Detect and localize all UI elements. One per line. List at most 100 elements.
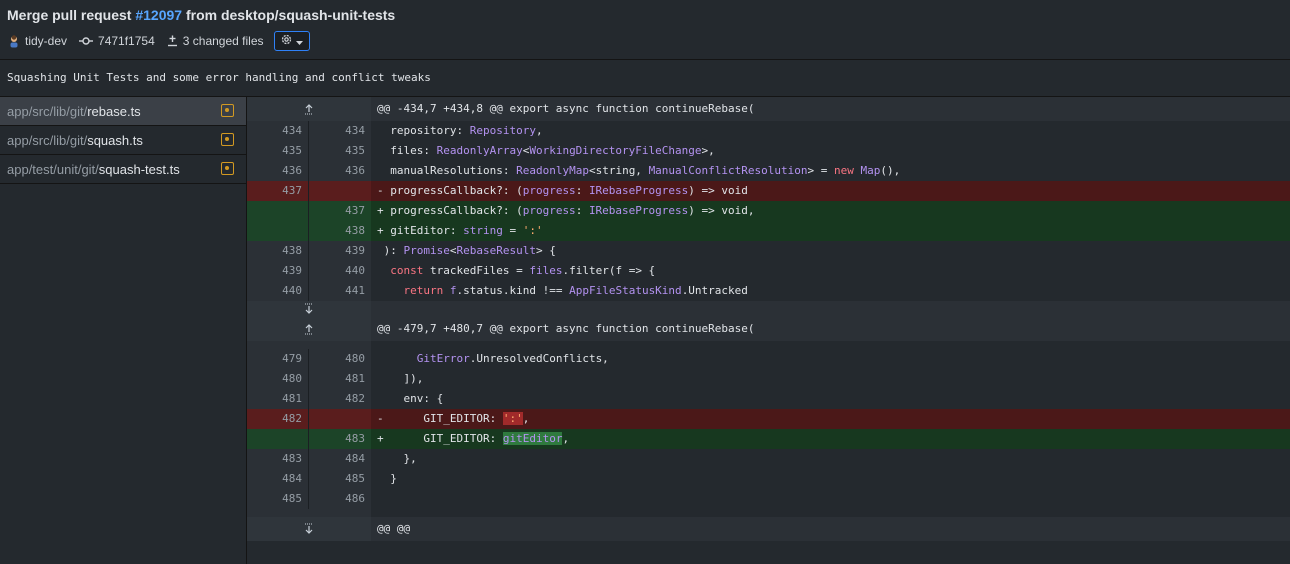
new-line-number: 441 [345, 284, 365, 297]
new-line-number: 437 [345, 204, 365, 217]
diff-line[interactable]: 481 482 env: { [247, 389, 1290, 409]
old-line-number: 435 [247, 141, 309, 161]
diff-line[interactable]: 479 480 GitError.UnresolvedConflicts, [247, 349, 1290, 369]
caret-down-icon [296, 34, 303, 48]
new-line-number: 480 [345, 352, 365, 365]
file-dir: app/src/lib/git/ [7, 133, 88, 148]
diff-line-code: } [377, 472, 397, 485]
old-line-number: 480 [247, 369, 309, 389]
diff-line-code: - progressCallback?: (progress: IRebaseP… [377, 184, 748, 197]
old-line-number [247, 201, 309, 221]
diff-line[interactable]: 439 440 const trackedFiles = files.filter… [247, 261, 1290, 281]
diff-line[interactable]: 480 481 ]), [247, 369, 1290, 389]
changed-files: 3 changed files [167, 34, 264, 48]
author-name: tidy-dev [25, 34, 68, 48]
hunk-header-text: @@ -479,7 +480,7 @@ export async functio… [377, 322, 755, 335]
diff-line-code: const trackedFiles = files.filter(f => { [390, 264, 656, 277]
old-line-number: 481 [247, 389, 309, 409]
commit-author[interactable]: tidy-dev [8, 34, 67, 48]
old-line-number: 484 [247, 469, 309, 489]
git-commit-icon [79, 36, 94, 46]
diff-line-code: }, [377, 452, 417, 465]
new-line-number: 482 [345, 392, 365, 405]
diff-line-code: + progressCallback?: (progress: IRebaseP… [377, 204, 755, 217]
old-line-number: 483 [247, 449, 309, 469]
expand-up-icon [304, 103, 314, 115]
new-line-number: 438 [345, 224, 365, 237]
commit-sha[interactable]: 7471f1754 [79, 34, 155, 48]
file-name: squash-test.ts [98, 162, 180, 177]
hunk-header-text: @@ -434,7 +434,8 @@ export async functio… [377, 102, 755, 115]
old-line-number: 437 [247, 181, 309, 201]
diff-line[interactable]: 436 436 manualResolutions: ReadonlyMap<st… [247, 161, 1290, 181]
diff-line-code: - GIT_EDITOR: ':', [377, 412, 530, 425]
new-line-number: 436 [345, 164, 365, 177]
file-item-rebase[interactable]: app/src/lib/git/rebase.ts [0, 97, 246, 126]
expand-up-button[interactable] [247, 97, 371, 121]
added-highlight: gitEditor [502, 432, 563, 445]
new-line-number: 435 [345, 144, 365, 157]
diff-line-added[interactable]: 438 + gitEditor: string = ':' [247, 221, 1290, 241]
diff-line-deleted[interactable]: 482 - GIT_EDITOR: ':', [247, 409, 1290, 429]
file-path: app/src/lib/git/squash.ts [7, 133, 143, 148]
diff-line-code: + GIT_EDITOR: gitEditor, [377, 432, 570, 445]
diff-options-button[interactable] [273, 31, 310, 51]
old-line-number: 485 [247, 489, 309, 509]
diff-line[interactable]: 435 435 files: ReadonlyArray<WorkingDirec… [247, 141, 1290, 161]
diff-line-added[interactable]: 437 + progressCallback?: (progress: IReb… [247, 201, 1290, 221]
expand-down-button[interactable] [247, 301, 371, 317]
new-line-number [309, 409, 371, 429]
avatar [8, 34, 20, 48]
new-line-number: 483 [345, 432, 365, 445]
changed-files-list: app/src/lib/git/rebase.ts app/src/lib/gi… [0, 97, 247, 564]
file-path: app/test/unit/git/squash-test.ts [7, 162, 180, 177]
diff-line-code: manualResolutions: ReadonlyMap<string, M… [390, 164, 901, 177]
new-line-number: 440 [345, 264, 365, 277]
diff-line-added[interactable]: 483 + GIT_EDITOR: gitEditor, [247, 429, 1290, 449]
diff-line[interactable]: 434 434 repository: Repository, [247, 121, 1290, 141]
diff-line[interactable]: 440 441 return f.status.kind !== AppFileS… [247, 281, 1290, 301]
expand-up-icon [304, 323, 314, 335]
new-line-number [309, 181, 371, 201]
diff-line-code: repository: Repository, [390, 124, 543, 137]
hunk-header: @@ -434,7 +434,8 @@ export async functio… [247, 97, 1290, 121]
diff-view: @@ -434,7 +434,8 @@ export async functio… [247, 97, 1290, 564]
commit-sha-text: 7471f1754 [98, 34, 155, 48]
new-line-number: 481 [345, 372, 365, 385]
file-item-squash[interactable]: app/src/lib/git/squash.ts [0, 126, 246, 155]
commit-title-prefix: Merge pull request [7, 7, 136, 23]
expand-down-button[interactable] [247, 517, 371, 541]
commit-title: Merge pull request #12097 from desktop/s… [7, 7, 395, 23]
hunk-header: @@ -479,7 +480,7 @@ export async functio… [247, 317, 1290, 341]
diff-line[interactable]: 484 485 } [247, 469, 1290, 489]
file-dir: app/test/unit/git/ [7, 162, 99, 177]
commit-title-suffix: from desktop/squash-unit-tests [182, 7, 396, 23]
old-line-number: 438 [247, 241, 309, 261]
file-item-squash-test[interactable]: app/test/unit/git/squash-test.ts [0, 155, 246, 184]
file-modified-icon [221, 104, 234, 117]
commit-meta: tidy-dev 7471f1754 3 changed files [8, 31, 310, 51]
file-path: app/src/lib/git/rebase.ts [7, 104, 141, 119]
file-name: squash.ts [87, 133, 143, 148]
expand-up-button[interactable] [247, 317, 371, 341]
file-name: rebase.ts [87, 104, 141, 119]
diff-line[interactable]: 485 486 [247, 489, 1290, 509]
file-modified-icon [221, 133, 234, 146]
hunk-header-text: @@ @@ [377, 522, 411, 535]
diff-line-code [371, 489, 1290, 509]
old-line-number: 439 [247, 261, 309, 281]
deleted-highlight: ':' [502, 412, 523, 425]
new-line-number: 484 [345, 452, 365, 465]
diff-line[interactable]: 438 439 ): Promise<RebaseResult> { [247, 241, 1290, 261]
commit-header: Merge pull request #12097 from desktop/s… [0, 0, 1290, 60]
file-dir: app/src/lib/git/ [7, 104, 88, 119]
diff-line-deleted[interactable]: 437 - progressCallback?: (progress: IReb… [247, 181, 1290, 201]
diff-line[interactable]: 483 484 }, [247, 449, 1290, 469]
file-modified-icon [221, 162, 234, 175]
pull-request-link[interactable]: #12097 [135, 7, 182, 23]
diff-line-code: ]), [377, 372, 424, 385]
new-line-number: 486 [345, 492, 365, 505]
expand-row [247, 301, 1290, 317]
diff-icon [167, 35, 178, 47]
diff-line-code: return f.status.kind !== AppFileStatusKi… [403, 284, 748, 297]
